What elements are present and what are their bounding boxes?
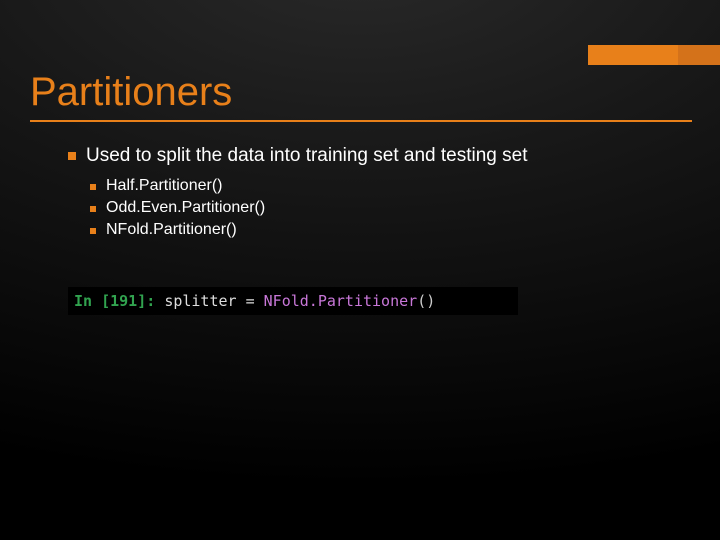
bullet-square-icon bbox=[90, 184, 96, 190]
bullet-square-icon bbox=[68, 152, 76, 160]
bullet-text: Half.Partitioner() bbox=[106, 177, 222, 195]
bullet-level-2: Odd.Even.Partitioner() bbox=[90, 199, 680, 217]
bullet-level-2: Half.Partitioner() bbox=[90, 177, 680, 195]
title-underline bbox=[30, 120, 692, 122]
slide-title: Partitioners bbox=[30, 70, 232, 115]
bullet-text: NFold.Partitioner() bbox=[106, 221, 237, 239]
accent-bar bbox=[588, 45, 720, 65]
code-prompt: In [191]: bbox=[74, 292, 155, 310]
code-parentheses: () bbox=[417, 292, 435, 310]
accent-segment bbox=[588, 45, 678, 65]
slide-content: Used to split the data into training set… bbox=[68, 145, 680, 243]
code-variable: splitter bbox=[164, 292, 236, 310]
bullet-square-icon bbox=[90, 206, 96, 212]
code-equals: = bbox=[246, 292, 255, 310]
bullet-level-1: Used to split the data into training set… bbox=[68, 145, 680, 167]
bullet-square-icon bbox=[90, 228, 96, 234]
accent-segment bbox=[678, 45, 720, 65]
bullet-text: Used to split the data into training set… bbox=[86, 145, 528, 167]
code-snippet: In [191]: splitter = NFold.Partitioner() bbox=[68, 287, 518, 315]
bullet-text: Odd.Even.Partitioner() bbox=[106, 199, 265, 217]
bullet-level-2: NFold.Partitioner() bbox=[90, 221, 680, 239]
code-function: NFold.Partitioner bbox=[264, 292, 418, 310]
